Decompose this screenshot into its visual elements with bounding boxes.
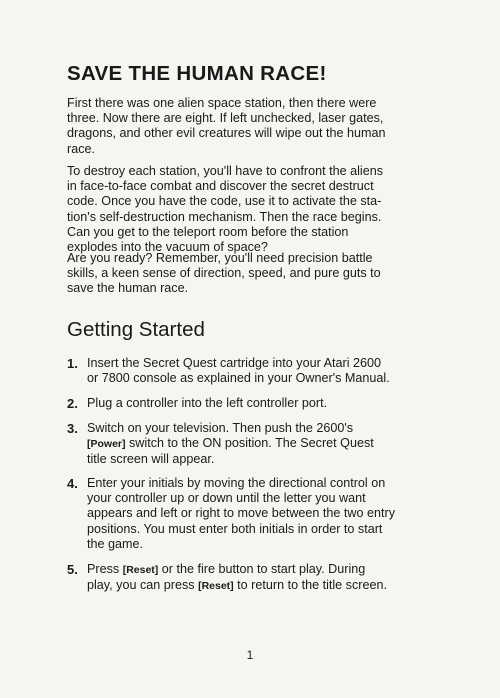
text-line: your controller up or down until the let… bbox=[87, 491, 366, 506]
text-line: three. Now there are eight. If left unch… bbox=[67, 111, 384, 126]
text-fragment: or the fire button to start play. During bbox=[158, 562, 366, 576]
text-line: play, you can press [Reset] to return to… bbox=[87, 578, 387, 594]
text-line: title screen will appear. bbox=[87, 452, 215, 467]
page-number: 1 bbox=[246, 648, 254, 662]
text-line: skills, a keen sense of direction, speed… bbox=[67, 266, 381, 281]
text-line: dragons, and other evil creatures will w… bbox=[67, 126, 386, 141]
text-fragment: Press bbox=[87, 562, 123, 576]
intro-paragraph-2: To destroy each station, you'll have to … bbox=[67, 164, 417, 255]
text-fragment: play, you can press bbox=[87, 578, 199, 593]
text-line: Switch on your television. Then push the… bbox=[87, 421, 354, 435]
text-line: in face-to-face combat and discover the … bbox=[67, 179, 374, 194]
step-text: Insert the Secret Quest cartridge into y… bbox=[87, 356, 390, 386]
text-line: appears and left or right to move betwee… bbox=[87, 506, 396, 521]
step-number: 1. bbox=[67, 356, 78, 371]
text-line: Insert the Secret Quest cartridge into y… bbox=[87, 356, 382, 370]
step-text: Enter your initials by moving the direct… bbox=[87, 476, 395, 552]
text-line: race. bbox=[67, 141, 95, 156]
section-title: Getting Started bbox=[67, 318, 205, 341]
text-line: Can you get to the teleport room before … bbox=[67, 224, 349, 239]
text-fragment: switch to the ON position. The Secret Qu… bbox=[125, 436, 374, 451]
text-line: Press [Reset] or the fire button to star… bbox=[87, 562, 387, 578]
text-line: or 7800 console as explained in your Own… bbox=[87, 371, 390, 386]
step-number: 3. bbox=[67, 421, 78, 436]
reset-key-label: [Reset] bbox=[122, 564, 159, 576]
text-line: First there was one alien space station,… bbox=[67, 96, 377, 110]
text-line: [Power] switch to the ON position. The S… bbox=[87, 436, 374, 452]
text-line: code. Once you have the code, use it to … bbox=[67, 194, 382, 209]
page-title: SAVE THE HUMAN RACE! bbox=[67, 62, 327, 85]
text-line: Enter your initials by moving the direct… bbox=[87, 476, 386, 490]
manual-page: SAVE THE HUMAN RACE! First there was one… bbox=[0, 0, 500, 698]
intro-paragraph-3: Are you ready? Remember, you'll need pre… bbox=[67, 251, 417, 297]
text-line: Are you ready? Remember, you'll need pre… bbox=[67, 251, 373, 265]
step-number: 4. bbox=[67, 476, 78, 491]
step-number: 2. bbox=[67, 396, 78, 411]
text-line: To destroy each station, you'll have to … bbox=[67, 164, 384, 178]
intro-paragraph-1: First there was one alien space station,… bbox=[67, 96, 417, 157]
text-line: tion's self-destruction mechanism. Then … bbox=[67, 209, 382, 224]
text-line: positions. You must enter both initials … bbox=[87, 521, 383, 536]
text-line: the game. bbox=[87, 536, 144, 551]
step-text: Plug a controller into the left controll… bbox=[87, 396, 327, 411]
reset-key-label: [Reset] bbox=[198, 580, 234, 593]
text-fragment: to return to the title screen. bbox=[233, 578, 387, 593]
power-key-label: [Power] bbox=[87, 438, 126, 451]
step-text: Press [Reset] or the fire button to star… bbox=[87, 562, 387, 594]
text-line: Plug a controller into the left controll… bbox=[87, 396, 328, 410]
step-text: Switch on your television. Then push the… bbox=[87, 421, 374, 468]
text-line: save the human race. bbox=[67, 281, 189, 296]
step-number: 5. bbox=[67, 562, 78, 577]
